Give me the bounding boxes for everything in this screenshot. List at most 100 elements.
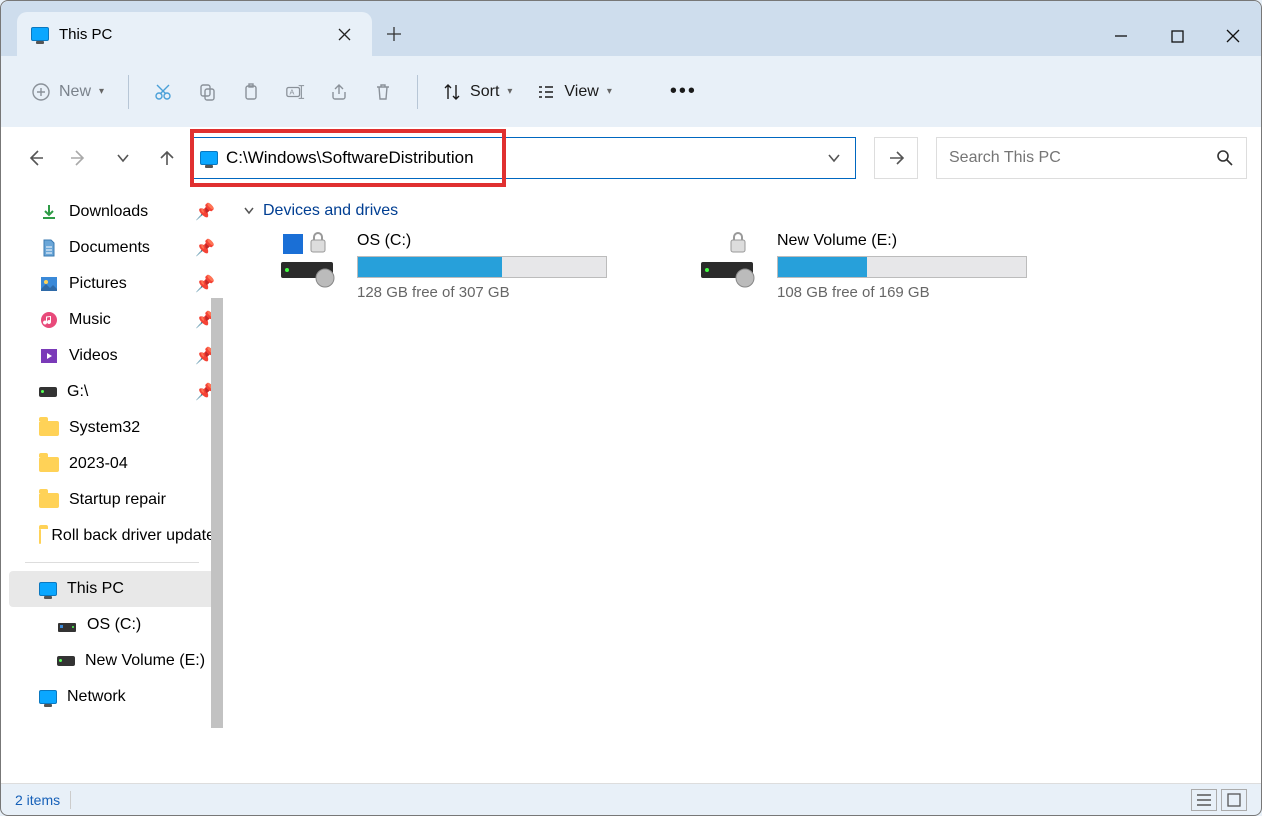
chevron-down-icon: ▾ bbox=[607, 86, 612, 97]
tab-title: This PC bbox=[59, 26, 112, 43]
search-box[interactable] bbox=[936, 137, 1247, 179]
sidebar-item-label: Videos bbox=[69, 347, 118, 365]
view-label: View bbox=[564, 83, 598, 101]
address-bar[interactable] bbox=[191, 137, 856, 179]
this-pc-icon bbox=[39, 582, 57, 596]
more-button[interactable]: ••• bbox=[660, 72, 707, 112]
sidebar-item-label: OS (C:) bbox=[87, 616, 141, 634]
rename-button[interactable]: A bbox=[275, 72, 315, 112]
sidebar-item-music[interactable]: Music📌 bbox=[1, 302, 223, 338]
drive-label: New Volume (E:) bbox=[777, 232, 1059, 250]
list-icon bbox=[1196, 793, 1212, 807]
section-label: Devices and drives bbox=[263, 202, 398, 220]
status-bar: 2 items bbox=[1, 783, 1261, 815]
title-bar: This PC bbox=[1, 1, 1261, 56]
tab-close-button[interactable] bbox=[330, 20, 358, 48]
sidebar-item-g-drive[interactable]: G:\📌 bbox=[1, 374, 223, 410]
drive-item[interactable]: New Volume (E:) 108 GB free of 169 GB bbox=[699, 232, 1059, 301]
drive-icon bbox=[279, 232, 343, 284]
sidebar-item-startup-repair[interactable]: Startup repair bbox=[1, 482, 223, 518]
folder-icon bbox=[39, 421, 59, 436]
large-icons-view-button[interactable] bbox=[1221, 789, 1247, 811]
tab-this-pc[interactable]: This PC bbox=[17, 12, 372, 56]
document-icon bbox=[39, 238, 59, 258]
new-label: New bbox=[59, 83, 91, 101]
sidebar-item-videos[interactable]: Videos📌 bbox=[1, 338, 223, 374]
address-highlight bbox=[190, 129, 506, 187]
forward-button[interactable] bbox=[59, 138, 99, 178]
sidebar-item-label: Music bbox=[69, 311, 111, 329]
separator bbox=[70, 791, 71, 809]
sort-button[interactable]: Sort ▾ bbox=[432, 72, 522, 112]
up-button[interactable] bbox=[147, 138, 187, 178]
status-items-count: 2 items bbox=[15, 792, 60, 808]
network-icon bbox=[39, 690, 57, 704]
path-input[interactable] bbox=[226, 143, 496, 173]
sidebar-item-label: G:\ bbox=[67, 383, 88, 401]
maximize-icon bbox=[1171, 30, 1184, 43]
address-history-button[interactable] bbox=[813, 151, 855, 165]
new-button[interactable]: New ▾ bbox=[21, 72, 114, 112]
pin-icon: 📌 bbox=[195, 274, 215, 294]
videos-icon bbox=[39, 346, 59, 366]
minimize-icon bbox=[1114, 29, 1128, 43]
go-button[interactable] bbox=[874, 137, 918, 179]
plus-icon bbox=[387, 27, 401, 41]
sidebar-item-system32[interactable]: System32 bbox=[1, 410, 223, 446]
download-icon bbox=[39, 202, 59, 222]
sidebar-item-new-volume-e[interactable]: New Volume (E:) bbox=[1, 643, 223, 679]
window-close-button[interactable] bbox=[1205, 16, 1261, 56]
sidebar-item-network[interactable]: Network bbox=[1, 679, 223, 715]
copy-button[interactable] bbox=[187, 72, 227, 112]
more-icon: ••• bbox=[670, 80, 697, 103]
sidebar-item-documents[interactable]: Documents 📌 bbox=[1, 230, 223, 266]
sidebar-item-downloads[interactable]: Downloads 📌 bbox=[1, 194, 223, 230]
back-button[interactable] bbox=[15, 138, 55, 178]
maximize-button[interactable] bbox=[1149, 16, 1205, 56]
command-toolbar: New ▾ A Sort ▾ View ▾ ••• bbox=[1, 56, 1261, 128]
drive-free-text: 128 GB free of 307 GB bbox=[357, 284, 639, 301]
pin-icon: 📌 bbox=[195, 202, 215, 222]
close-icon bbox=[1226, 29, 1240, 43]
separator bbox=[128, 75, 129, 109]
sidebar-item-rollback[interactable]: Roll back driver update bbox=[1, 518, 223, 554]
rename-icon: A bbox=[285, 82, 305, 102]
search-icon bbox=[1216, 149, 1234, 167]
sidebar-item-os-c[interactable]: OS (C:) bbox=[1, 607, 223, 643]
view-icon bbox=[536, 82, 556, 102]
sidebar-item-label: Downloads bbox=[69, 203, 148, 221]
recent-locations-button[interactable] bbox=[103, 138, 143, 178]
sort-icon bbox=[442, 82, 462, 102]
minimize-button[interactable] bbox=[1093, 16, 1149, 56]
pin-icon: 📌 bbox=[195, 238, 215, 258]
drive-item[interactable]: OS (C:) 128 GB free of 307 GB bbox=[279, 232, 639, 301]
grid-icon bbox=[1227, 793, 1241, 807]
new-tab-button[interactable] bbox=[372, 12, 416, 56]
trash-icon bbox=[373, 82, 393, 102]
search-input[interactable] bbox=[949, 149, 1216, 167]
sidebar-item-label: Documents bbox=[69, 239, 150, 257]
music-icon bbox=[39, 310, 59, 330]
sort-label: Sort bbox=[470, 83, 499, 101]
scrollbar-thumb[interactable] bbox=[211, 298, 223, 728]
arrow-right-icon bbox=[69, 148, 89, 168]
delete-button[interactable] bbox=[363, 72, 403, 112]
sidebar-item-2023-04[interactable]: 2023-04 bbox=[1, 446, 223, 482]
chevron-down-icon: ▾ bbox=[507, 86, 512, 97]
chevron-down-icon: ▾ bbox=[99, 86, 104, 97]
sidebar-item-pictures[interactable]: Pictures📌 bbox=[1, 266, 223, 302]
sidebar-item-this-pc[interactable]: This PC bbox=[9, 571, 215, 607]
details-view-button[interactable] bbox=[1191, 789, 1217, 811]
section-devices-and-drives[interactable]: Devices and drives bbox=[233, 202, 1251, 220]
sidebar-item-label: Roll back driver update bbox=[51, 527, 215, 545]
sidebar-item-label: This PC bbox=[67, 580, 124, 598]
share-button[interactable] bbox=[319, 72, 359, 112]
share-icon bbox=[329, 82, 349, 102]
chevron-down-icon bbox=[243, 205, 255, 217]
drive-icon bbox=[699, 232, 763, 284]
drive-free-text: 108 GB free of 169 GB bbox=[777, 284, 1059, 301]
view-button[interactable]: View ▾ bbox=[526, 72, 621, 112]
paste-button[interactable] bbox=[231, 72, 271, 112]
close-icon bbox=[338, 28, 351, 41]
cut-button[interactable] bbox=[143, 72, 183, 112]
